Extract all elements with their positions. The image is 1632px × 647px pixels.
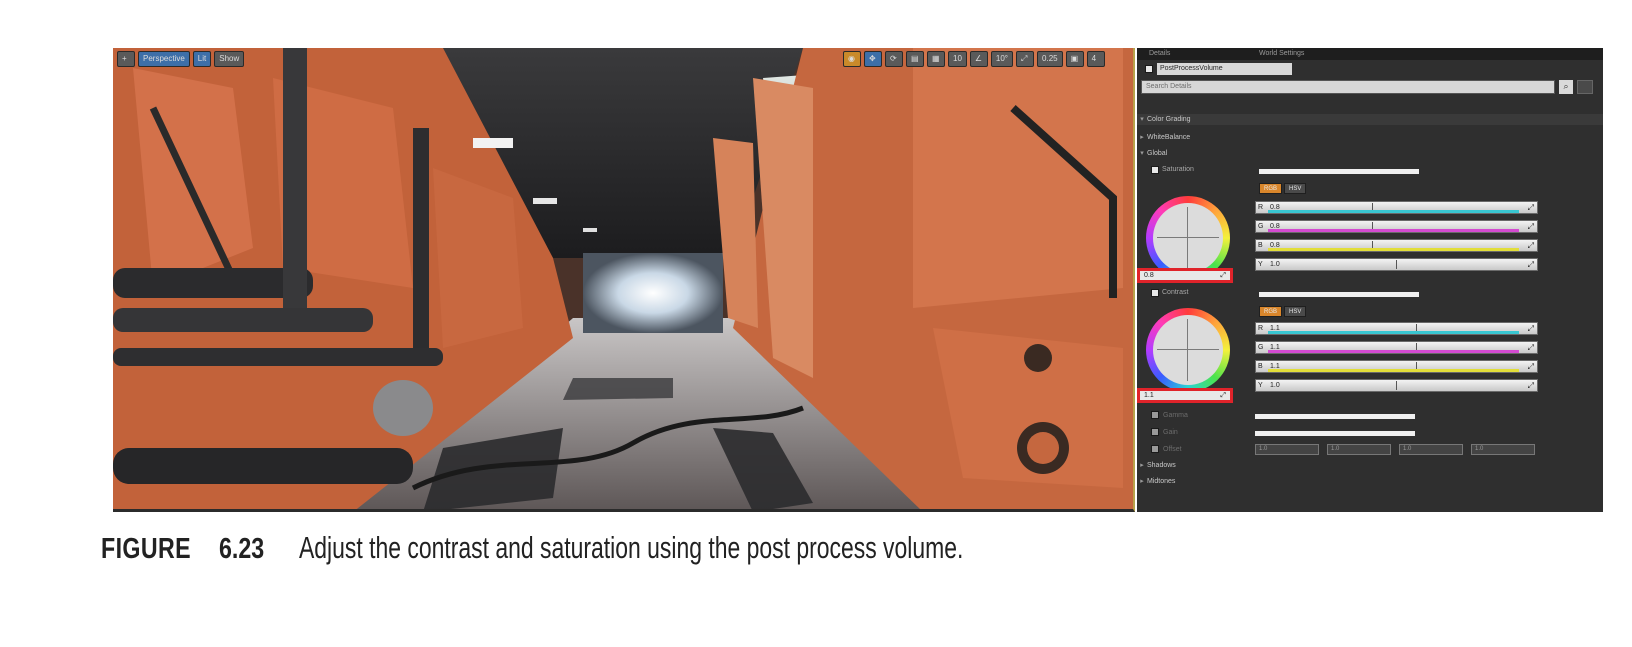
slider-menu-icon[interactable]: ⤢ [1528,380,1534,391]
viewport-left-toolbar: + Perspective Lit Show [117,50,245,68]
gamma-override-checkbox[interactable] [1151,411,1159,419]
level-viewport[interactable]: + Perspective Lit Show ◉ ✥ ⟳ ▤ ▦ 10 ∠ 10… [113,48,1135,512]
figure-caption-text: Adjust the contrast and saturation using… [299,530,964,565]
offset-y-field[interactable]: 1.0 [1471,444,1535,455]
gain-preview-bar [1255,431,1415,436]
saturation-label: Saturation [1162,166,1194,173]
surface-snap-icon[interactable]: ▦ [927,51,945,67]
viewport-options-button[interactable]: + [117,51,135,67]
saturation-row: Saturation [1151,164,1194,176]
contrast-rgb-button[interactable]: RGB [1259,306,1283,317]
offset-row: Offset [1151,443,1182,455]
offset-override-checkbox[interactable] [1151,445,1159,453]
search-row: Search Details ⌕ [1141,80,1597,96]
saturation-hsv-button[interactable]: HSV [1284,183,1307,194]
slider-menu-icon[interactable]: ⤢ [1528,361,1534,372]
eyedropper-icon[interactable]: ⤢ [1220,272,1226,280]
figure-label: FIGURE [101,533,192,565]
view-options-icon[interactable] [1577,80,1593,94]
select-mode-icon[interactable]: ◉ [843,51,861,67]
offset-r-field[interactable]: 1.0 [1255,444,1319,455]
offset-fields: 1.0 1.0 1.0 1.0 [1255,444,1535,455]
slider-menu-icon[interactable]: ⤢ [1528,221,1534,232]
saturation-rgb-button[interactable]: RGB [1259,183,1283,194]
saturation-b-slider[interactable]: B 0.8 ⤢ [1255,239,1538,252]
object-name-row: PostProcessVolume [1145,62,1292,76]
gain-row: Gain [1151,426,1178,438]
eyedropper-icon[interactable]: ⤢ [1220,392,1226,400]
scale-snap-icon[interactable]: ⤢ [1016,51,1035,67]
section-white-balance[interactable]: ▸ WhiteBalance [1137,132,1603,143]
details-panel: Details World Settings PostProcessVolume… [1137,48,1603,512]
offset-g-field[interactable]: 1.0 [1327,444,1391,455]
search-icon[interactable]: ⌕ [1559,80,1573,94]
translate-icon[interactable]: ✥ [864,51,882,67]
section-shadows[interactable]: ▸ Shadows [1137,460,1603,471]
grid-snap-value[interactable]: 10 [948,51,967,67]
tab-world-settings[interactable]: World Settings [1247,48,1304,60]
gamma-row: Gamma [1151,409,1188,421]
section-global[interactable]: ▾ Global [1137,148,1603,159]
offset-b-field[interactable]: 1.0 [1399,444,1463,455]
search-details-input[interactable]: Search Details [1141,80,1555,94]
contrast-r-slider[interactable]: R 1.1 ⤢ [1255,322,1538,335]
saturation-r-slider[interactable]: R 0.8 ⤢ [1255,201,1538,214]
contrast-b-slider[interactable]: B 1.1 ⤢ [1255,360,1538,373]
saturation-override-checkbox[interactable] [1151,166,1159,174]
scale-snap-value[interactable]: 0.25 [1037,51,1063,67]
viewport-right-toolbar: ◉ ✥ ⟳ ▤ ▦ 10 ∠ 10° ⤢ 0.25 ▣ 4 [843,50,1105,68]
contrast-wheel-field[interactable]: 1.1 ⤢ [1137,388,1233,403]
slider-menu-icon[interactable]: ⤢ [1528,202,1534,213]
expand-arrow-icon: ▸ [1140,134,1144,141]
collapse-arrow-icon: ▾ [1140,116,1144,123]
contrast-y-slider[interactable]: Y 1.0 ⤢ [1255,379,1538,392]
perspective-button[interactable]: Perspective [138,51,190,67]
collapse-arrow-icon: ▾ [1140,150,1144,157]
rotation-snap-value[interactable]: 10° [990,51,1014,67]
figure-number: 6.23 [219,533,265,565]
contrast-label: Contrast [1162,289,1189,296]
contrast-override-checkbox[interactable] [1151,289,1159,297]
camera-speed-icon[interactable]: ▣ [1065,51,1084,67]
slider-menu-icon[interactable]: ⤢ [1528,323,1534,334]
contrast-hsv-button[interactable]: HSV [1284,306,1307,317]
contrast-g-slider[interactable]: G 1.1 ⤢ [1255,341,1538,354]
expand-arrow-icon: ▸ [1140,462,1144,469]
lit-mode-button[interactable]: Lit [192,51,212,67]
gamma-preview-bar [1255,414,1415,419]
gain-override-checkbox[interactable] [1151,428,1159,436]
saturation-mode-buttons: RGB HSV [1259,183,1307,194]
figure-caption: FIGURE 6.23 Adjust the contrast and satu… [101,530,1197,570]
saturation-wheel-field[interactable]: 0.8 ⤢ [1137,268,1233,283]
contrast-preview-bar [1259,292,1419,297]
show-button[interactable]: Show [214,51,245,67]
panel-tabs: Details World Settings [1137,48,1603,60]
camera-speed-value[interactable]: 4 [1086,51,1105,67]
slider-menu-icon[interactable]: ⤢ [1528,342,1534,353]
actor-visibility-checkbox[interactable] [1145,65,1153,73]
scifi-corridor-render [113,48,1133,509]
tab-details[interactable]: Details [1137,48,1170,60]
saturation-preview-bar [1259,169,1419,174]
slider-menu-icon[interactable]: ⤢ [1528,259,1534,270]
contrast-mode-buttons: RGB HSV [1259,306,1307,317]
object-name-field[interactable]: PostProcessVolume [1157,63,1292,75]
expand-arrow-icon: ▸ [1140,478,1144,485]
rotate-icon[interactable]: ⟳ [885,51,903,67]
saturation-g-slider[interactable]: G 0.8 ⤢ [1255,220,1538,233]
section-midtones[interactable]: ▸ Midtones [1137,476,1603,487]
slider-menu-icon[interactable]: ⤢ [1528,240,1534,251]
scale-icon[interactable]: ▤ [906,51,924,67]
contrast-row: Contrast [1151,287,1188,299]
rotation-snap-icon[interactable]: ∠ [969,51,988,67]
saturation-y-slider[interactable]: Y 1.0 ⤢ [1255,258,1538,271]
section-color-grading[interactable]: ▾ Color Grading [1137,114,1603,125]
